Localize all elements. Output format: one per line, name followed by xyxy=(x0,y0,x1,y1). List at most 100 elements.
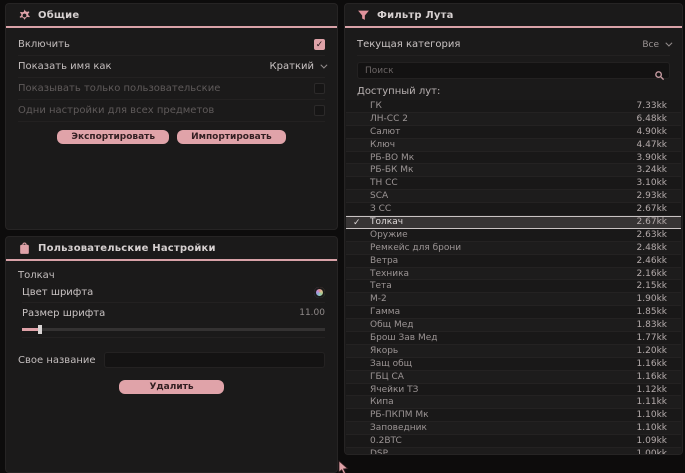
enable-row: Включить ✓ xyxy=(18,34,325,56)
enable-checkbox[interactable]: ✓ xyxy=(314,39,325,50)
loot-list-item[interactable]: 0.2BTC1.09kk xyxy=(346,435,681,448)
loot-list-item[interactable]: Кипа1.11kk xyxy=(346,396,681,409)
chevron-down-icon xyxy=(665,40,672,47)
font-color-row: Цвет шрифта xyxy=(22,283,325,303)
font-size-value: 11.00 xyxy=(299,308,325,318)
custom-panel-header: Пользовательские Настройки xyxy=(6,237,337,261)
color-wheel-icon[interactable] xyxy=(314,287,325,298)
only-custom-checkbox[interactable] xyxy=(314,83,325,94)
loot-item-price: 1.85kk xyxy=(637,307,667,317)
category-dropdown[interactable]: Все xyxy=(642,40,670,50)
loot-list-item[interactable]: З СС 2.67kk xyxy=(346,203,681,216)
loot-item-name: Защ общ xyxy=(370,359,412,369)
loot-list-item[interactable]: РБ-БК Мк3.24kk xyxy=(346,164,681,177)
category-label: Текущая категория xyxy=(357,39,460,50)
loot-list-item[interactable]: ЛН-СС 2 6.48kk xyxy=(346,113,681,126)
delete-button[interactable]: Удалить xyxy=(119,380,223,394)
enable-label: Включить xyxy=(18,39,70,50)
loot-item-name: Якорь xyxy=(370,346,398,356)
loot-item-name: Тета xyxy=(370,281,392,291)
loot-item-name: Оружие xyxy=(370,230,408,240)
funnel-icon xyxy=(357,9,370,22)
show-name-value: Краткий xyxy=(270,61,314,72)
backpack-icon xyxy=(18,242,31,255)
loot-list-item[interactable]: Общ Мед1.83kk xyxy=(346,319,681,332)
loot-item-name: З СС xyxy=(370,204,391,214)
loot-list-item[interactable]: Ремкейс для брони2.48kk xyxy=(346,242,681,255)
show-name-label: Показать имя как xyxy=(18,61,112,72)
loot-list-item[interactable]: ГК7.33kk xyxy=(346,100,681,113)
general-panel-header: Общие xyxy=(6,4,337,28)
loot-item-name: Общ Мед xyxy=(370,320,414,330)
loot-list-item[interactable]: Ключ4.47kk xyxy=(346,139,681,152)
loot-list-item[interactable]: Гамма 1.85kk xyxy=(346,306,681,319)
loot-item-price: 3.24kk xyxy=(637,165,667,175)
loot-item-name: Техника xyxy=(370,269,409,279)
loot-item-name: Ветра xyxy=(370,256,398,266)
loot-item-price: 2.46kk xyxy=(637,256,667,266)
same-for-all-checkbox[interactable] xyxy=(314,105,325,116)
loot-item-price: 3.10kk xyxy=(637,178,667,188)
loot-item-name: Брош Зав Мед xyxy=(370,333,437,343)
loot-list-item[interactable]: ТН СС3.10kk xyxy=(346,177,681,190)
loot-list-item[interactable]: Ячейки ТЗ1.12kk xyxy=(346,384,681,397)
selected-item-name: Толкач xyxy=(18,270,325,281)
general-panel-title: Общие xyxy=(38,10,79,21)
loot-list-item[interactable]: Брош Зав Мед1.77kk xyxy=(346,332,681,345)
slider-handle[interactable] xyxy=(38,325,42,334)
loot-item-price: 1.90kk xyxy=(637,294,667,304)
loot-item-price: 3.90kk xyxy=(637,153,667,163)
custom-panel-title: Пользовательские Настройки xyxy=(38,243,216,254)
loot-list-item[interactable]: Техника 2.16kk xyxy=(346,268,681,281)
loot-item-price: 1.16kk xyxy=(637,372,667,382)
loot-list: ГК7.33kkЛН-СС 2 6.48kk Салют 4.90kk Ключ4.47… xyxy=(346,100,681,455)
search-input[interactable] xyxy=(358,66,669,76)
show-name-row: Показать имя как Краткий xyxy=(18,56,325,78)
loot-list-item[interactable]: ✓Толкач2.67kk xyxy=(346,216,681,229)
loot-filter-panel: Фильтр Лута Текущая категория Все Доступ… xyxy=(344,3,683,455)
loot-list-item[interactable]: Салют 4.90kk xyxy=(346,126,681,139)
loot-item-name: Толкач xyxy=(370,217,403,227)
loot-item-name: РБ-ПКПМ Мк xyxy=(370,410,429,420)
search-box xyxy=(357,62,670,79)
show-name-dropdown[interactable]: Краткий xyxy=(270,61,325,72)
loot-item-price: 2.93kk xyxy=(637,191,667,201)
loot-list-item[interactable]: Якорь 1.20kk xyxy=(346,345,681,358)
loot-item-price: 6.48kk xyxy=(637,114,667,124)
loot-item-name: ЛН-СС 2 xyxy=(370,114,408,124)
font-color-label: Цвет шрифта xyxy=(22,287,93,298)
import-button[interactable]: Импортировать xyxy=(177,130,286,144)
gear-icon xyxy=(18,9,31,22)
font-size-slider[interactable] xyxy=(22,328,325,331)
loot-list-item[interactable]: М-21.90kk xyxy=(346,293,681,306)
custom-name-input[interactable] xyxy=(104,352,325,368)
loot-item-price: 2.16kk xyxy=(637,269,667,279)
search-icon[interactable] xyxy=(654,66,665,85)
loot-item-price: 2.63kk xyxy=(637,230,667,240)
loot-list-item[interactable]: РБ-ВО Мк 3.90kk xyxy=(346,152,681,165)
loot-list-item[interactable]: РБ-ПКПМ Мк1.10kk xyxy=(346,409,681,422)
loot-item-price: 1.16kk xyxy=(637,359,667,369)
loot-item-name: 0.2BTC xyxy=(370,436,402,446)
loot-list-item[interactable]: Тета2.15kk xyxy=(346,280,681,293)
only-custom-row: Показывать только пользовательские xyxy=(18,78,325,100)
loot-item-price: 4.47kk xyxy=(637,140,667,150)
loot-list-item[interactable]: Оружие 2.63kk xyxy=(346,229,681,242)
loot-item-price: 1.20kk xyxy=(637,346,667,356)
loot-item-price: 4.90kk xyxy=(637,127,667,137)
loot-item-name: Гамма xyxy=(370,307,400,317)
export-button[interactable]: Экспортировать xyxy=(57,130,169,144)
loot-list-item[interactable]: SCA2.93kk xyxy=(346,190,681,203)
loot-item-price: 1.11kk xyxy=(637,397,667,407)
font-size-label: Размер шрифта xyxy=(22,308,105,319)
loot-item-price: 2.67kk xyxy=(637,217,667,227)
loot-item-name: Салют xyxy=(370,127,400,137)
loot-item-name: Заповедник xyxy=(370,423,427,433)
loot-list-item[interactable]: DSP1.00kk xyxy=(346,448,681,455)
loot-item-name: РБ-ВО Мк xyxy=(370,153,414,163)
loot-list-item[interactable]: Защ общ 1.16kk xyxy=(346,358,681,371)
loot-list-item[interactable]: ГБЦ СА1.16kk xyxy=(346,371,681,384)
loot-item-price: 2.67kk xyxy=(637,204,667,214)
loot-list-item[interactable]: Заповедник1.10kk xyxy=(346,422,681,435)
loot-list-item[interactable]: Ветра 2.46kk xyxy=(346,255,681,268)
